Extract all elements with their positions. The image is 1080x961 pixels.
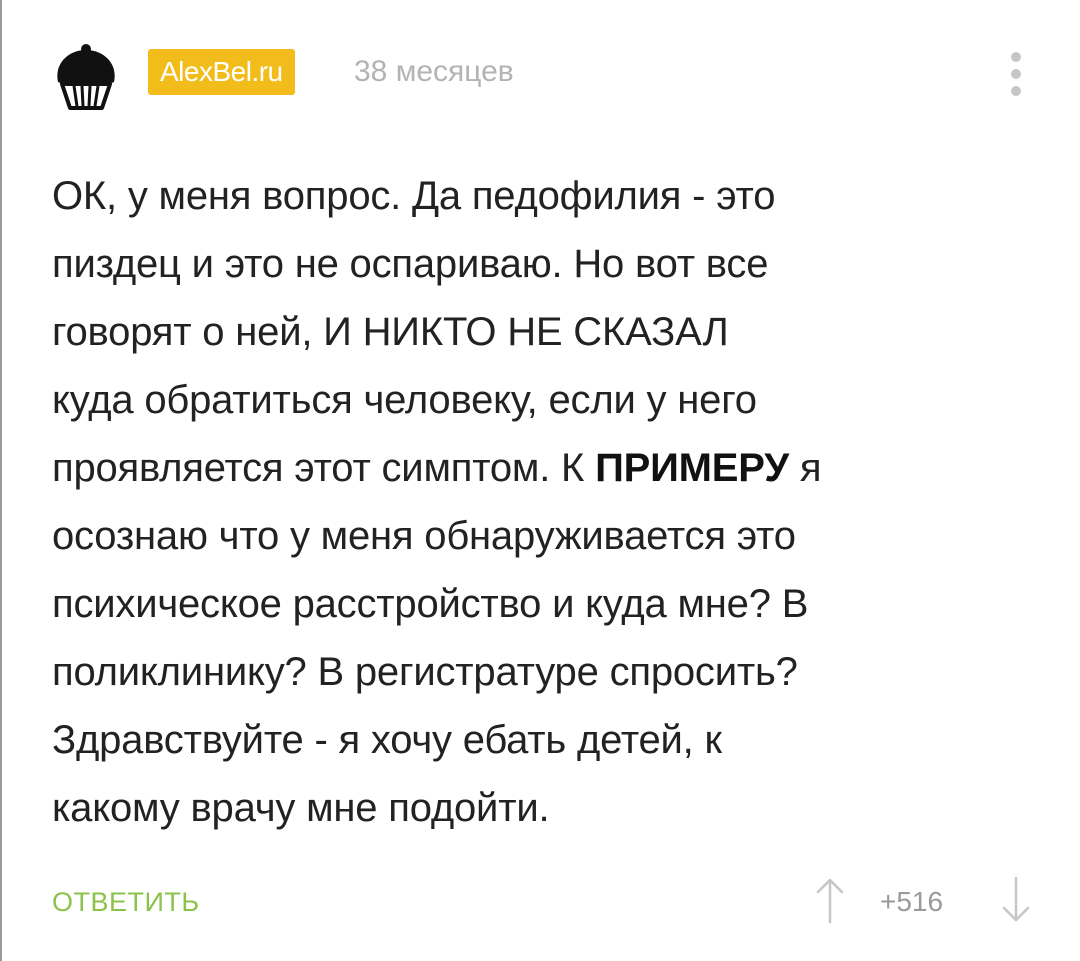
arrow-down-icon bbox=[1002, 876, 1030, 922]
comment-text-span: проявляется этот симптом. К bbox=[52, 446, 596, 490]
comment-line: куда обратиться человеку, если у него bbox=[52, 378, 757, 422]
comment-line: ОК, у меня вопрос. Да педофилия - это bbox=[52, 174, 776, 218]
comment-line: осознаю что у меня обнаруживается это bbox=[52, 514, 796, 558]
comment-line: говорят о ней, И НИКТО НЕ СКАЗАЛ bbox=[52, 310, 729, 354]
rating-count: +516 bbox=[880, 886, 944, 917]
comment-line: психическое расстройство и куда мне? В bbox=[52, 582, 809, 626]
comment-actions: ОТВЕТИТЬ +516 bbox=[0, 868, 1080, 938]
comment-header: AlexBel.ru 38 месяцев bbox=[0, 40, 1080, 112]
comment-bold-text: ПРИМЕРУ bbox=[595, 446, 789, 490]
comment-text-span: я bbox=[788, 446, 822, 490]
comment-text: ОК, у меня вопрос. Да педофилия - это пи… bbox=[52, 162, 1042, 842]
comment-line: проявляется этот симптом. К ПРИМЕРУ я bbox=[52, 434, 1042, 502]
arrow-up-icon bbox=[816, 878, 844, 924]
comment-line: пиздец и это не оспариваю. Но вот все bbox=[52, 242, 769, 286]
username-badge[interactable]: AlexBel.ru bbox=[148, 49, 295, 95]
more-options-button[interactable] bbox=[1000, 48, 1034, 100]
comment-line: поликлинику? В регистратуре спросить? bbox=[52, 650, 798, 694]
more-vertical-icon-dot bbox=[1011, 69, 1021, 79]
comment-line: какому врачу мне подойти. bbox=[52, 786, 550, 830]
downvote-button[interactable] bbox=[996, 874, 1036, 926]
upvote-button[interactable] bbox=[810, 874, 850, 926]
avatar[interactable] bbox=[52, 42, 120, 112]
reply-button[interactable]: ОТВЕТИТЬ bbox=[52, 882, 200, 922]
comment-timestamp: 38 месяцев bbox=[354, 55, 514, 88]
comment-line: Здравствуйте - я хочу ебать детей, к bbox=[52, 718, 722, 762]
more-vertical-icon-dot bbox=[1011, 86, 1021, 96]
muffin-icon bbox=[57, 44, 115, 110]
thread-indent-line bbox=[0, 0, 2, 961]
more-vertical-icon bbox=[1011, 52, 1021, 62]
